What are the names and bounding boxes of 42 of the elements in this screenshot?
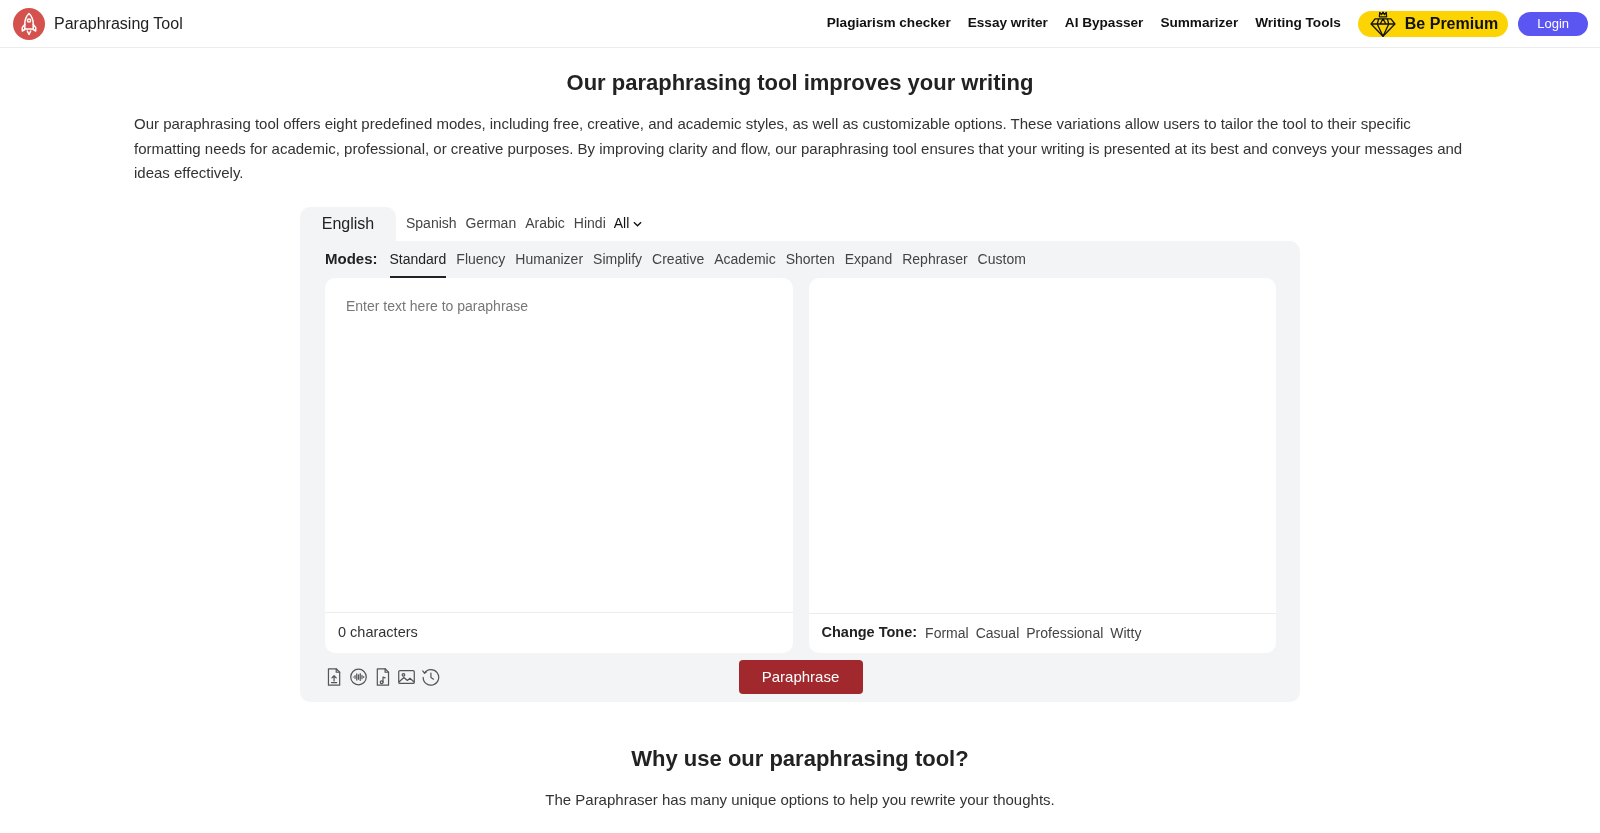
- mode-tab[interactable]: Expand: [844, 240, 893, 278]
- language-tab[interactable]: Spanish: [402, 206, 461, 241]
- mode-tab[interactable]: Creative: [652, 240, 705, 278]
- mode-tab[interactable]: Fluency: [456, 240, 506, 278]
- tone-option[interactable]: Casual: [975, 622, 1020, 644]
- diamond-crown-icon: [1369, 10, 1396, 37]
- modes-label: Modes:: [325, 248, 378, 269]
- section-heading: Why use our paraphrasing tool?: [630, 744, 970, 773]
- mode-tab[interactable]: Shorten: [785, 240, 835, 278]
- login-button[interactable]: Login: [1518, 11, 1588, 36]
- tone-option[interactable]: Witty: [1110, 622, 1142, 644]
- language-tab[interactable]: English: [300, 206, 396, 241]
- mode-tab[interactable]: Rephraser: [902, 240, 968, 278]
- nav-link[interactable]: Summarizer: [1160, 13, 1239, 34]
- tone-option[interactable]: Professional: [1026, 622, 1104, 644]
- language-tab[interactable]: Arabic: [521, 206, 569, 241]
- history-clock-icon[interactable]: [421, 667, 440, 687]
- language-dropdown[interactable]: All: [613, 213, 643, 234]
- character-count: 0 characters: [338, 622, 418, 642]
- section-subtitle: The Paraphraser has many unique options to help you rewrite your thoughts.: [544, 789, 1056, 810]
- language-tab[interactable]: German: [461, 206, 521, 241]
- page-heading: Our paraphrasing tool improves your writing: [565, 69, 1035, 97]
- tone-label: Change Tone:: [821, 623, 918, 643]
- nav-link[interactable]: Essay writer: [967, 13, 1048, 34]
- text-input-field[interactable]: Enter text here to paraphrase: [325, 277, 793, 612]
- nav-link[interactable]: Plagiarism checker: [826, 13, 951, 34]
- rocket-logo-icon[interactable]: [13, 7, 45, 40]
- language-tab[interactable]: Hindi: [569, 206, 610, 241]
- mode-tab[interactable]: Academic: [714, 240, 776, 278]
- mode-tab[interactable]: Simplify: [593, 240, 643, 278]
- chevron-down-icon: [633, 220, 643, 227]
- audio-wave-icon[interactable]: [349, 667, 368, 687]
- mode-tab[interactable]: Humanizer: [515, 240, 584, 278]
- intro-paragraph: Our paraphrasing tool offers eight predefined modes, including free, creative, and academic styles, as well as customizable options. These variations allow users to tailor the tool to their specific formatting needs for academic, professional, or creative purposes. By improving clarity and flow, our paraphrasing tool ensures that your writing is presented at its best and conveys your messages and ideas effectively.: [134, 114, 1464, 183]
- paraphrase-button[interactable]: Paraphrase: [738, 660, 863, 694]
- premium-button[interactable]: Be Premium: [1357, 10, 1509, 37]
- nav-link[interactable]: AI Bypasser: [1064, 13, 1144, 34]
- mode-tab[interactable]: Custom: [977, 240, 1026, 278]
- tone-option[interactable]: Formal: [925, 622, 969, 644]
- image-icon[interactable]: [397, 667, 416, 687]
- nav-link[interactable]: Writing Tools: [1255, 13, 1341, 34]
- site-title[interactable]: Paraphrasing Tool: [54, 11, 183, 36]
